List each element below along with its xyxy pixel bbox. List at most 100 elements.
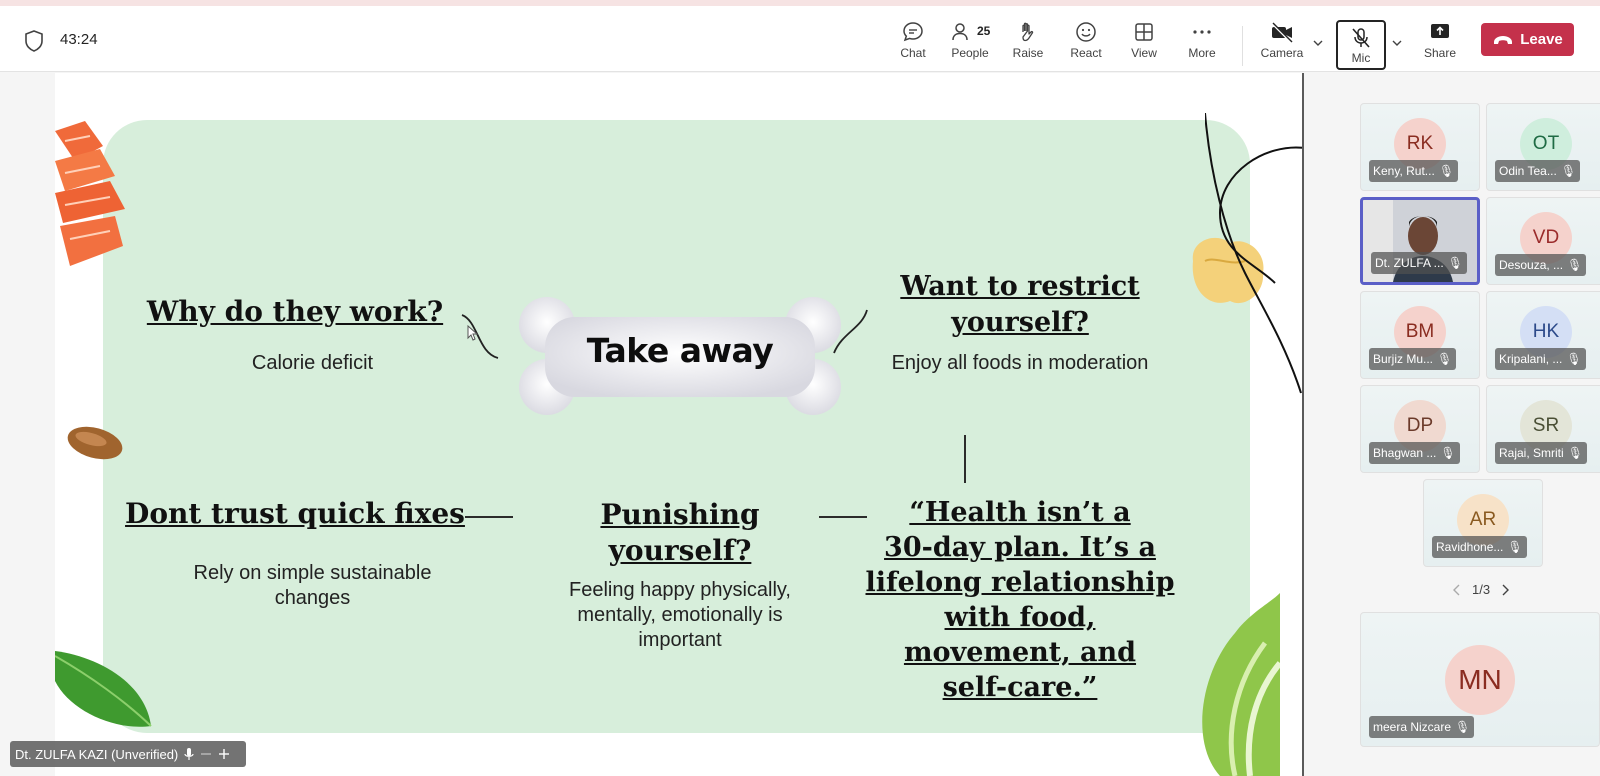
raise-hand-button[interactable]: Raise — [1000, 14, 1056, 70]
mic-on-icon: 🎙 — [1447, 256, 1463, 270]
participant-tile[interactable]: AR Ravidhone... 🎙 — [1423, 479, 1543, 567]
shield-icon — [25, 30, 43, 52]
restrict-title-line2: yourself? — [951, 307, 1089, 338]
share-screen-icon — [1431, 24, 1449, 38]
participant-name: Keny, Rut... — [1373, 164, 1435, 178]
participant-name-tag: Desouza, ... 🎙 — [1495, 254, 1587, 276]
camera-label: Camera — [1260, 46, 1304, 60]
shared-content-stage: Take away Why do they work? Calorie defi… — [0, 73, 1303, 776]
fixes-text-line1: Rely on simple sustainable — [193, 562, 432, 584]
participant-name: Burjiz Mu... — [1373, 352, 1434, 366]
raise-hand-icon — [1022, 22, 1034, 42]
share-button[interactable]: Share — [1412, 14, 1468, 70]
camera-options-chevron-icon[interactable] — [1311, 36, 1325, 50]
participant-name-tag: Rajai, Smriti 🎙 — [1495, 442, 1587, 464]
mic-muted-icon: 🎙 — [1440, 446, 1456, 460]
chat-button[interactable]: Chat — [885, 14, 941, 70]
connector-vertical — [964, 435, 966, 483]
raise-label: Raise — [1012, 46, 1044, 60]
more-label: More — [1188, 46, 1216, 60]
participant-tile[interactable]: OT Odin Tea... 🎙 — [1486, 103, 1600, 191]
toolbar-divider — [1242, 26, 1243, 66]
chevron-left-icon[interactable] — [1452, 584, 1462, 596]
punish-title-line2: yourself? — [608, 534, 752, 567]
participant-name: meera Nizcare — [1373, 720, 1452, 734]
fixes-text-line2: changes — [274, 587, 351, 609]
participant-name: Rajai, Smriti — [1499, 446, 1564, 460]
shared-slide: Take away Why do they work? Calorie defi… — [55, 73, 1303, 776]
mic-muted-icon: 🎙 — [1455, 720, 1471, 734]
salmon-image — [55, 121, 125, 266]
mic-off-icon — [1352, 28, 1370, 48]
participant-tile[interactable]: VD Desouza, ... 🎙 — [1486, 197, 1600, 285]
react-label: React — [1070, 46, 1102, 60]
camera-button[interactable]: Camera — [1252, 14, 1312, 70]
mic-muted-icon: 🎙 — [1437, 352, 1453, 366]
chat-label: Chat — [900, 46, 926, 60]
gallery-pager: 1/3 — [1452, 582, 1510, 597]
participant-tile-active-speaker[interactable]: Dt. ZULFA ... 🎙 — [1360, 197, 1480, 285]
meeting-toolbar: 43:24 Chat 25 People Raise React View Mo… — [0, 6, 1600, 72]
participant-name: Kripalani, ... — [1499, 352, 1563, 366]
view-label: View — [1131, 46, 1157, 60]
participant-tile[interactable]: RK Keny, Rut... 🎙 — [1360, 103, 1480, 191]
mic-muted-icon: 🎙 — [1567, 446, 1583, 460]
participant-name: Dt. ZULFA ... — [1375, 256, 1444, 270]
why-text: Calorie deficit — [251, 352, 374, 374]
almond-image — [67, 426, 123, 460]
presenter-name: Dt. ZULFA KAZI (Unverified) — [15, 746, 179, 762]
participant-name: Odin Tea... — [1499, 164, 1557, 178]
featured-participant-tile[interactable]: MN meera Nizcare 🎙 — [1360, 612, 1600, 747]
participant-tile[interactable]: SR Rajai, Smriti 🎙 — [1486, 385, 1600, 473]
people-label: People — [951, 46, 989, 60]
meeting-timer: 43:24 — [60, 31, 98, 48]
why-title: Why do they work? — [146, 295, 444, 328]
mic-label: Mic — [1351, 51, 1371, 65]
takeaway-label: Take away — [586, 331, 774, 370]
people-button[interactable]: 25 People — [942, 14, 998, 70]
participant-tile[interactable]: DP Bhagwan ... 🎙 — [1360, 385, 1480, 473]
restrict-text: Enjoy all foods in moderation — [891, 352, 1149, 374]
spinach-leaf-image — [55, 651, 152, 727]
chevron-right-icon[interactable] — [1500, 584, 1510, 596]
restrict-title-line1: Want to restrict — [900, 271, 1140, 302]
hang-up-icon — [1494, 35, 1513, 44]
smiley-icon — [1076, 22, 1096, 42]
mic-on-icon — [184, 748, 194, 760]
punish-title-line1: Punishing — [600, 498, 760, 531]
expand-plus-icon[interactable] — [218, 748, 230, 760]
minimize-icon[interactable] — [200, 748, 212, 760]
view-button[interactable]: View — [1116, 14, 1172, 70]
more-button[interactable]: More — [1174, 14, 1230, 70]
participant-name-tag: Keny, Rut... 🎙 — [1369, 160, 1459, 182]
punish-text-line2: mentally, emotionally is — [577, 604, 783, 626]
participant-tile[interactable]: BM Burjiz Mu... 🎙 — [1360, 291, 1480, 379]
mic-muted-icon: 🎙 — [1567, 258, 1583, 272]
share-label: Share — [1423, 46, 1457, 60]
quote-line5: movement, and — [903, 637, 1137, 668]
mic-muted-icon: 🎙 — [1566, 352, 1582, 366]
participant-name: Ravidhone... — [1436, 540, 1504, 554]
participant-name-tag: Ravidhone... 🎙 — [1432, 536, 1527, 558]
quote-line3: lifelong relationship — [865, 567, 1175, 598]
mic-muted-icon: 🎙 — [1438, 164, 1455, 178]
leave-button[interactable]: Leave — [1481, 23, 1574, 56]
quote-line4: with food, — [944, 602, 1096, 633]
mic-options-chevron-icon[interactable] — [1390, 36, 1404, 50]
avatar: MN — [1445, 645, 1515, 715]
quote-line6: self-care.” — [942, 672, 1098, 703]
presenter-name-tag: Dt. ZULFA KAZI (Unverified) — [10, 741, 246, 767]
page-indicator: 1/3 — [1472, 582, 1491, 597]
participant-name-tag: Odin Tea... 🎙 — [1495, 160, 1581, 182]
mic-button[interactable]: Mic — [1336, 20, 1386, 70]
participant-name-tag: meera Nizcare 🎙 — [1369, 716, 1475, 738]
cabbage-image — [1202, 593, 1280, 776]
quote-line1: “Health isn’t a — [909, 497, 1131, 528]
people-count-badge: 25 — [977, 24, 991, 38]
react-button[interactable]: React — [1058, 14, 1114, 70]
mic-muted-icon: 🎙 — [1507, 540, 1523, 554]
more-dots-icon — [1193, 30, 1211, 34]
participant-tile[interactable]: HK Kripalani, ... 🎙 — [1486, 291, 1600, 379]
camera-off-icon — [1271, 22, 1293, 43]
quote-line2: 30-day plan. It’s a — [884, 532, 1156, 563]
